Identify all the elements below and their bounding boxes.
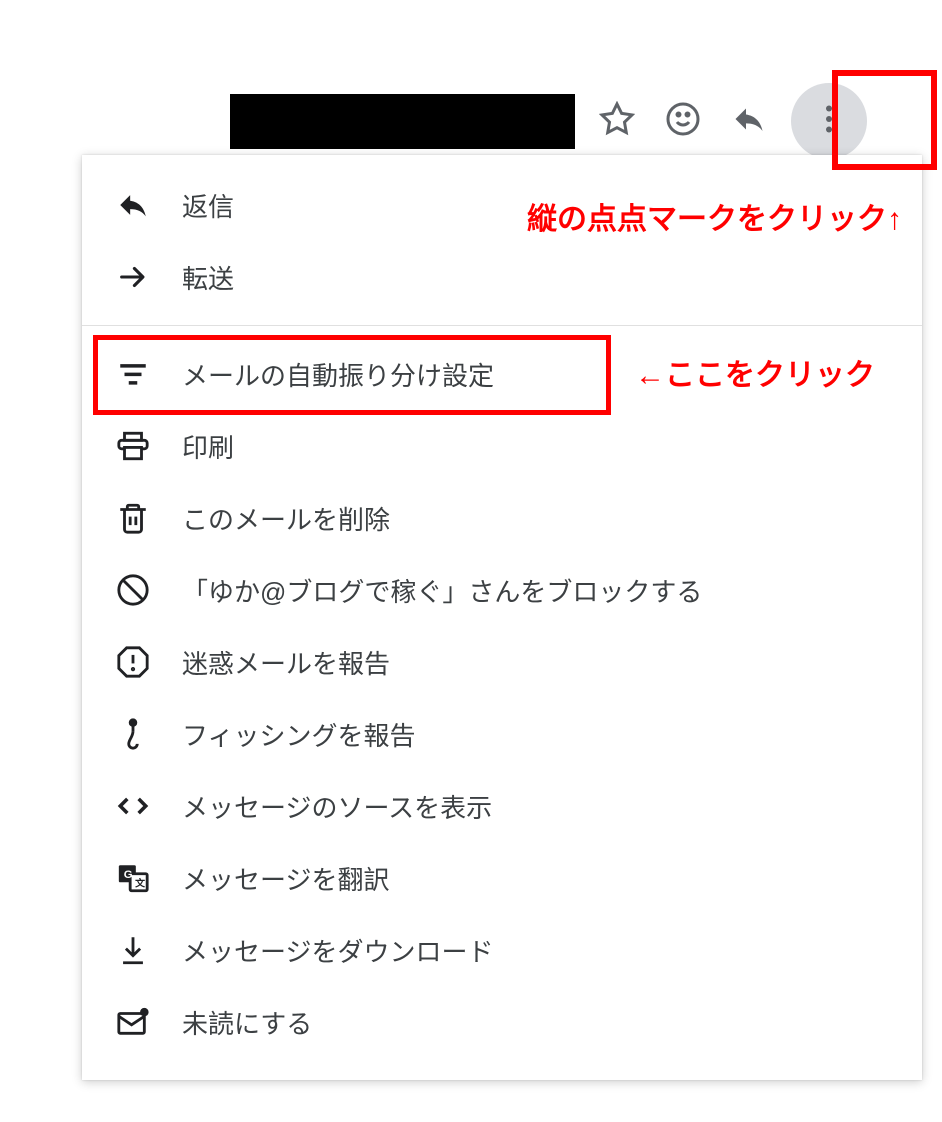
menu-label: フィッシングを報告 — [182, 716, 415, 753]
unread-icon — [116, 1005, 150, 1039]
menu-translate[interactable]: G文 メッセージを翻訳 — [82, 842, 922, 914]
reply-button[interactable] — [725, 97, 773, 145]
menu-divider — [82, 325, 922, 326]
star-button[interactable] — [593, 97, 641, 145]
download-icon — [116, 933, 150, 967]
menu-label: このメールを削除 — [182, 500, 390, 537]
menu-label: 未読にする — [182, 1004, 312, 1041]
trash-icon — [116, 501, 150, 535]
smile-icon — [665, 101, 701, 142]
menu-label: メッセージのソースを表示 — [182, 788, 492, 825]
menu-delete[interactable]: このメールを削除 — [82, 482, 922, 554]
print-icon — [116, 429, 150, 463]
menu-label: メッセージを翻訳 — [182, 860, 389, 897]
phishing-icon — [116, 717, 150, 751]
menu-block[interactable]: 「ゆか@ブログで稼ぐ」さんをブロックする — [82, 554, 922, 626]
menu-unread[interactable]: 未読にする — [82, 986, 922, 1058]
menu-forward[interactable]: 転送 — [82, 241, 922, 313]
menu-label: 迷惑メールを報告 — [182, 644, 390, 681]
svg-text:G: G — [124, 869, 133, 881]
emoji-button[interactable] — [659, 97, 707, 145]
more-options-button[interactable] — [791, 83, 867, 159]
menu-label: 転送 — [182, 259, 234, 296]
reply-icon — [731, 101, 767, 142]
code-icon — [116, 789, 150, 823]
menu-spam[interactable]: 迷惑メールを報告 — [82, 626, 922, 698]
redacted-sender — [230, 94, 575, 149]
menu-print[interactable]: 印刷 — [82, 410, 922, 482]
annotation-filter-menu: ←ここをクリック — [635, 350, 875, 394]
more-options-menu: 返信 転送 メールの自動振り分け設定 印刷 このメールを削除 — [82, 155, 922, 1080]
forward-icon — [116, 260, 150, 294]
annotation-more-button: 縦の点点マークをクリック↑ — [527, 194, 902, 238]
menu-phishing[interactable]: フィッシングを報告 — [82, 698, 922, 770]
email-toolbar — [230, 85, 922, 157]
filter-icon — [116, 357, 150, 391]
translate-icon: G文 — [116, 861, 150, 895]
menu-download[interactable]: メッセージをダウンロード — [82, 914, 922, 986]
spam-icon — [116, 645, 150, 679]
menu-label: 印刷 — [182, 428, 234, 465]
svg-text:文: 文 — [135, 877, 145, 890]
menu-label: メッセージをダウンロード — [182, 932, 493, 969]
star-icon — [599, 101, 635, 142]
more-vert-icon — [811, 101, 847, 142]
menu-label: 返信 — [182, 187, 234, 224]
menu-source[interactable]: メッセージのソースを表示 — [82, 770, 922, 842]
menu-label: メールの自動振り分け設定 — [182, 356, 494, 393]
reply-icon — [116, 188, 150, 222]
menu-label: 「ゆか@ブログで稼ぐ」さんをブロックする — [182, 572, 702, 609]
block-icon — [116, 573, 150, 607]
